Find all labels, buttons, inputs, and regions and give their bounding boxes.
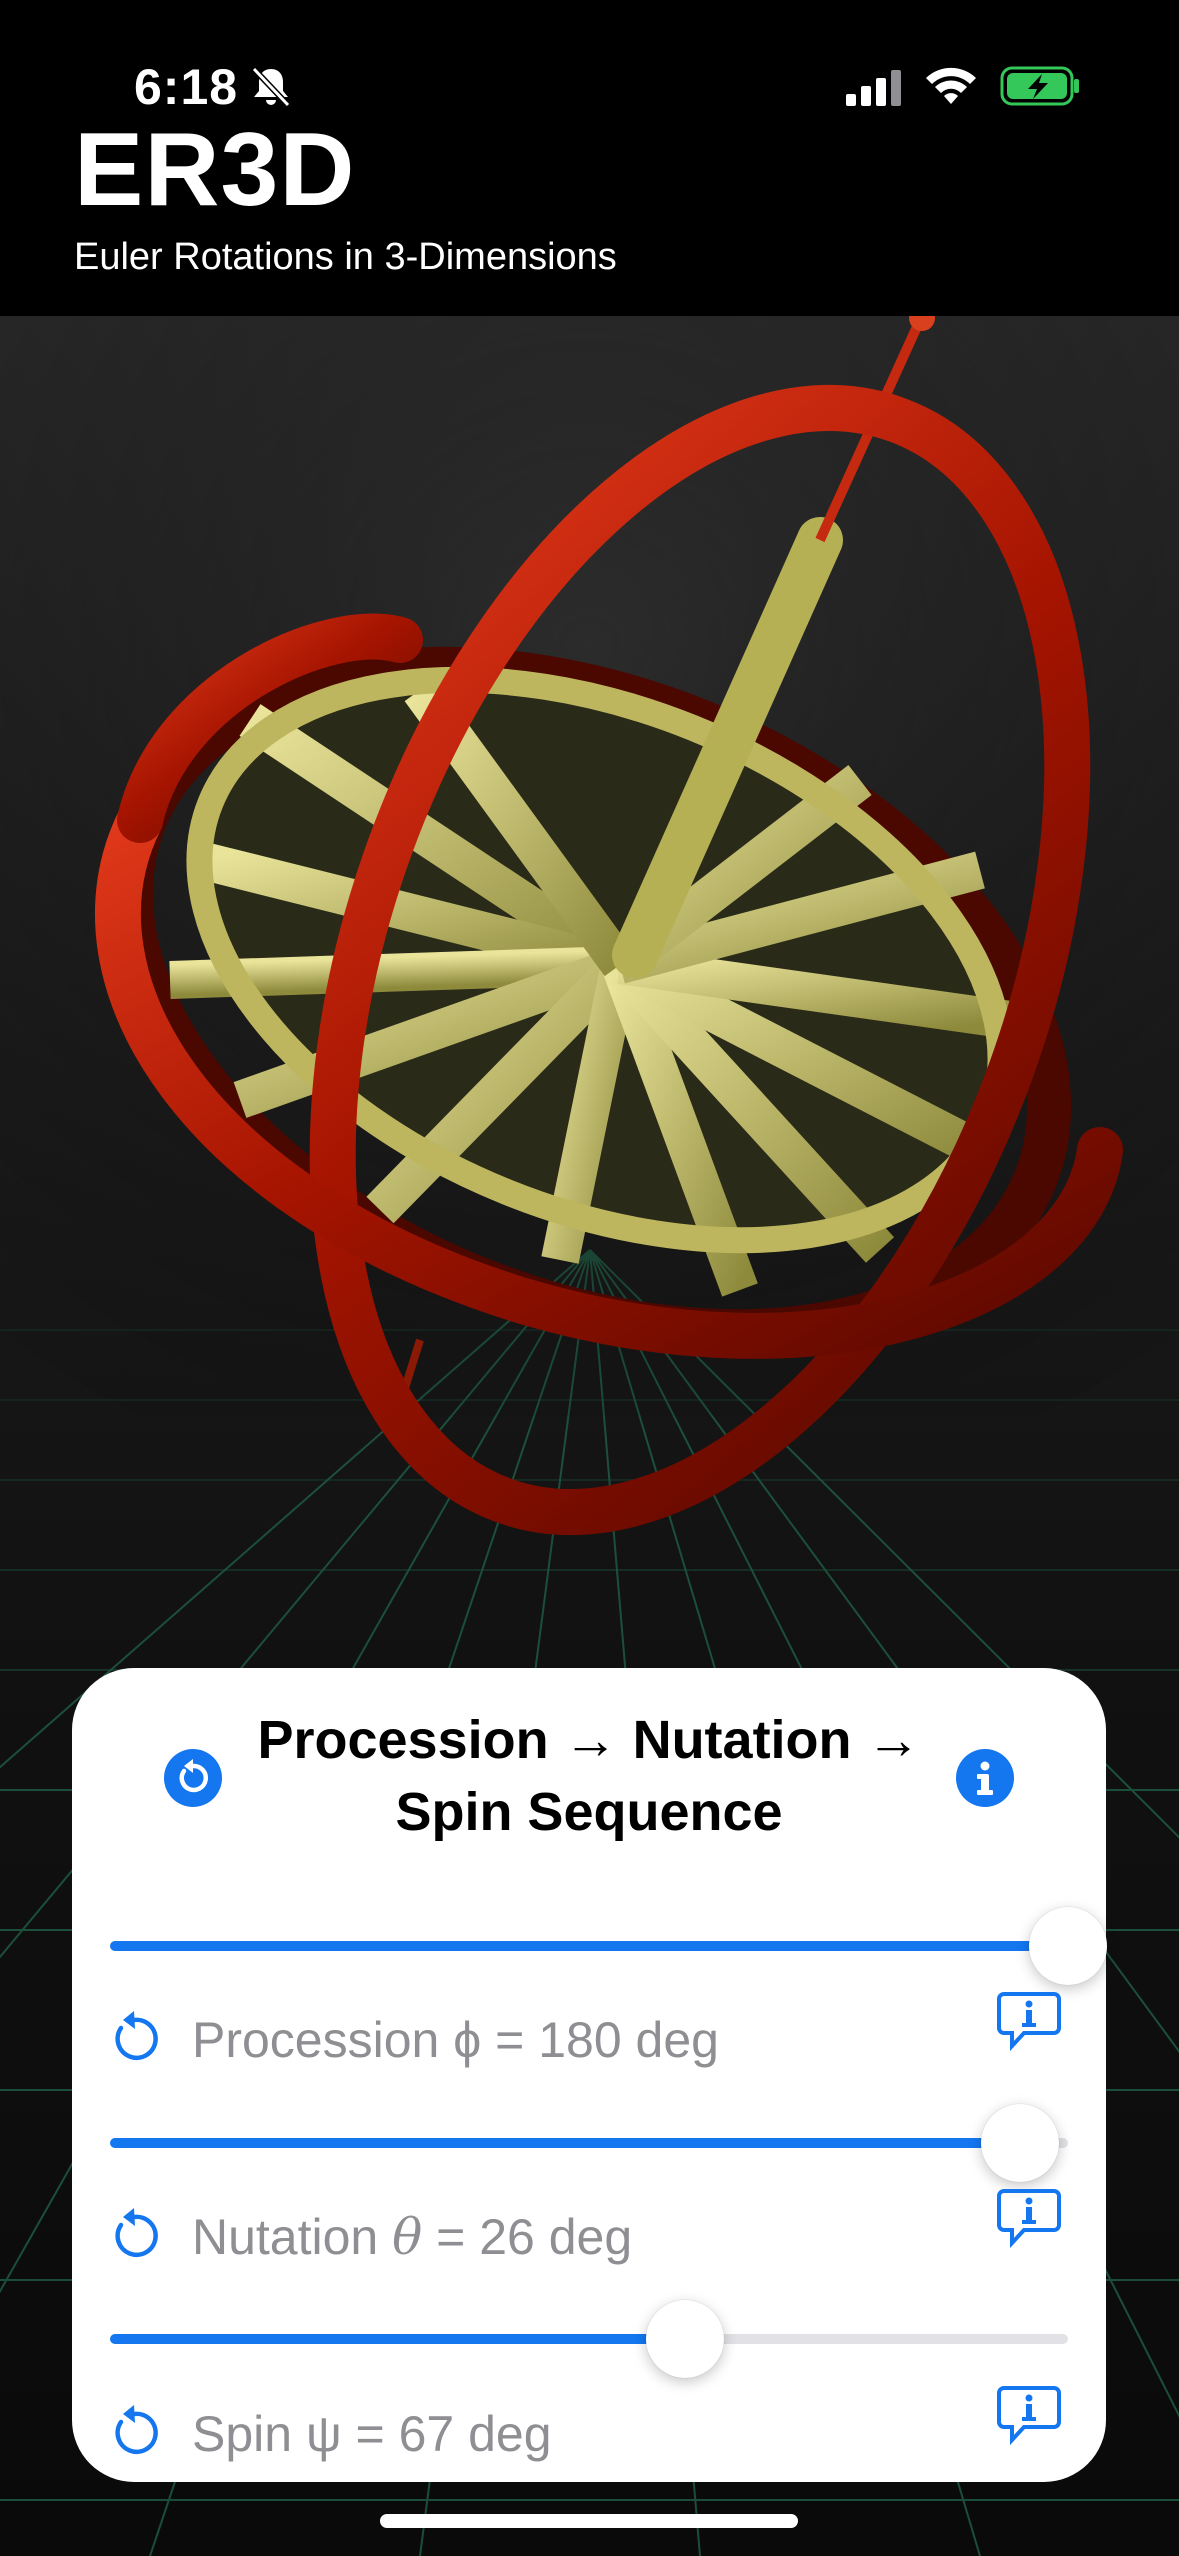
battery-charging-icon [1000, 66, 1079, 106]
app-screen: 6:18 ER3D Euler Rotations in 3-Dimension… [0, 0, 1179, 2556]
spin-reset-icon[interactable] [104, 2402, 164, 2462]
procession-label-prefix: Procession [192, 2012, 454, 2068]
info-button[interactable] [956, 1749, 1014, 1807]
spin-label-prefix: Spin [192, 2406, 306, 2462]
nutation-info-icon[interactable] [996, 2187, 1062, 2249]
sequence-title: Procession → Nutation → Spin Sequence [212, 1704, 966, 1848]
status-time: 6:18 [134, 59, 239, 115]
bell-slash-icon [251, 66, 291, 108]
rotation-control-panel: Procession → Nutation → Spin Sequence Pr… [72, 1668, 1107, 2482]
spin-slider-thumb[interactable] [645, 2300, 724, 2378]
info-circle-icon [977, 1761, 993, 1795]
nutation-value: = 26 deg [422, 2209, 633, 2265]
procession-slider-fill [110, 1941, 1068, 1951]
procession-reset-icon[interactable] [104, 2008, 164, 2068]
procession-symbol: ϕ [453, 2012, 482, 2068]
sequence-title-line2: Spin Sequence [395, 1782, 783, 1842]
nutation-symbol: θ [392, 2208, 423, 2266]
procession-label: Procession ϕ = 180 deg [192, 2015, 719, 2065]
spin-info-icon[interactable] [996, 2384, 1062, 2446]
sequence-title-line1: Procession → Nutation → [257, 1710, 921, 1770]
nutation-label: Nutation θ = 26 deg [192, 2212, 632, 2262]
app-title: ER3D [74, 112, 356, 228]
nutation-slider-thumb[interactable] [981, 2104, 1060, 2182]
nutation-label-prefix: Nutation [192, 2209, 393, 2265]
spin-slider[interactable] [110, 2300, 1068, 2378]
cellular-signal-icon [846, 70, 901, 106]
procession-info-icon[interactable] [996, 1990, 1062, 2052]
spin-symbol: ψ [305, 2406, 342, 2462]
spin-value: = 67 deg [341, 2406, 552, 2462]
procession-value: = 180 deg [481, 2012, 719, 2068]
procession-slider-thumb[interactable] [1029, 1907, 1107, 1985]
wifi-icon [926, 67, 976, 104]
spin-slider-fill [110, 2334, 685, 2344]
nutation-slider[interactable] [110, 2104, 1068, 2182]
nutation-slider-fill [110, 2138, 1021, 2148]
home-indicator[interactable] [380, 2514, 798, 2528]
procession-slider[interactable] [110, 1907, 1107, 1985]
app-subtitle: Euler Rotations in 3-Dimensions [74, 236, 617, 278]
nutation-reset-icon[interactable] [104, 2205, 164, 2265]
spin-label: Spin ψ = 67 deg [192, 2409, 552, 2459]
